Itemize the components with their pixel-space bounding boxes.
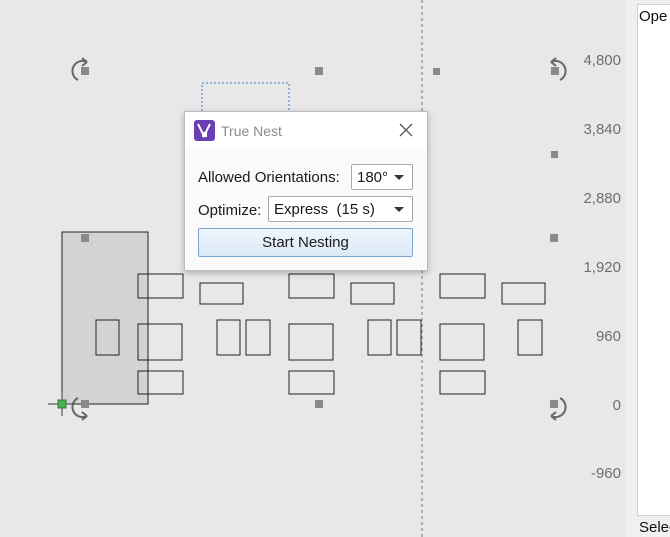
panel-list[interactable]	[637, 4, 670, 516]
part	[501, 282, 546, 305]
ruler-label: 0	[612, 397, 621, 414]
start-nesting-button[interactable]: Start Nesting	[198, 228, 413, 257]
close-icon	[399, 123, 413, 137]
grip-handle	[315, 67, 323, 75]
panel-header[interactable]: Ope	[639, 8, 667, 25]
grip-handle	[550, 234, 558, 242]
ruler-label: 3,840	[583, 121, 621, 138]
true-nest-app-icon	[194, 120, 215, 141]
chevron-down-icon	[394, 207, 404, 212]
part	[288, 370, 335, 395]
optimize-label: Optimize:	[198, 202, 262, 219]
part	[288, 273, 335, 299]
part	[216, 319, 241, 356]
allowed-orientations-label: Allowed Orientations:	[198, 169, 340, 186]
grip-handle	[81, 67, 89, 75]
part	[396, 319, 422, 356]
right-side-panel: Ope Selec	[625, 0, 670, 537]
allowed-orientations-dropdown[interactable]: 180°	[351, 164, 413, 190]
ruler-label: 960	[595, 328, 621, 345]
part	[367, 319, 392, 356]
grip-handle	[433, 68, 440, 75]
panel-footer: Selec	[639, 519, 670, 536]
grip-handle	[315, 400, 323, 408]
grip-handle	[551, 151, 558, 158]
selected-sheet	[61, 231, 149, 405]
part	[439, 370, 486, 395]
dialog-title: True Nest	[221, 123, 282, 139]
part	[199, 282, 244, 305]
nested-parts	[95, 273, 546, 395]
true-nest-dialog: True Nest Allowed Orientations: 180° Opt…	[184, 111, 428, 271]
ruler-label: 4,800	[583, 52, 621, 69]
part	[439, 273, 486, 299]
dialog-titlebar[interactable]: True Nest	[185, 112, 427, 149]
grip-handle	[81, 400, 89, 408]
optimize-value: Express (15 s)	[274, 201, 375, 218]
ruler-label: -960	[590, 465, 621, 482]
part	[245, 319, 271, 356]
chevron-down-icon	[394, 175, 404, 180]
part	[350, 282, 395, 305]
close-button[interactable]	[395, 121, 417, 141]
allowed-orientations-value: 180°	[357, 169, 389, 186]
grip-handle	[81, 234, 89, 242]
optimize-dropdown[interactable]: Express (15 s)	[268, 196, 413, 222]
part	[439, 323, 485, 361]
ruler-label: 2,880	[583, 190, 621, 207]
ruler-label: 1,920	[583, 259, 621, 276]
part	[517, 319, 543, 356]
part	[288, 323, 334, 361]
